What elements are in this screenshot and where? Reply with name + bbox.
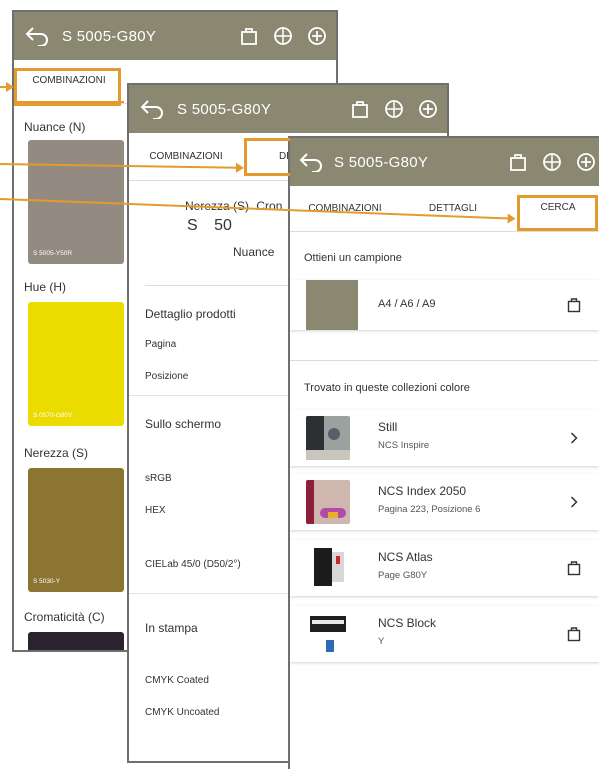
tab-combinazioni[interactable]: COMBINAZIONI: [290, 186, 400, 231]
pagina-label: Pagina: [145, 339, 177, 350]
collection-row-still[interactable]: Still NCS Inspire: [290, 410, 599, 466]
swatch-code: S 5005-Y50R: [33, 250, 73, 257]
back-arrow-icon[interactable]: [298, 151, 324, 173]
sample-sizes: A4 / A6 / A9: [378, 298, 436, 310]
tab-combinazioni[interactable]: COMBINAZIONI: [129, 133, 243, 180]
shopping-bag-icon[interactable]: [238, 25, 260, 47]
hex-label: HEX: [145, 505, 166, 516]
section-label: Hue (H): [24, 280, 67, 294]
shopping-bag-icon[interactable]: [563, 623, 585, 645]
index-thumbnail: [306, 480, 350, 524]
cmyk-uncoated-label: CMYK Uncoated: [145, 707, 220, 718]
add-icon[interactable]: [575, 151, 597, 173]
color-wheel-icon[interactable]: [541, 151, 563, 173]
back-arrow-icon[interactable]: [24, 25, 50, 47]
section-label: Cromaticità (C): [24, 610, 105, 624]
highlight-cerca: [517, 195, 598, 231]
nerezza-value: S 50: [187, 217, 232, 235]
shopping-bag-icon[interactable]: [349, 98, 371, 120]
shopping-bag-icon[interactable]: [507, 151, 529, 173]
collection-name: Still: [378, 420, 398, 434]
app-bar: S 5005-G80Y: [129, 85, 447, 133]
shopping-bag-icon[interactable]: [563, 294, 585, 316]
block-thumbnail: [306, 612, 350, 656]
swatch-code: S 0570-G80Y: [33, 412, 73, 419]
section-label: Nerezza (S): [24, 446, 89, 460]
chevron-right-icon: [563, 427, 585, 449]
stage: S 5005-G80Y COMBINAZIONI Nuance (N) S 50…: [0, 0, 599, 769]
color-wheel-icon[interactable]: [383, 98, 405, 120]
collection-sub: NCS Inspire: [378, 440, 430, 451]
swatch-hue[interactable]: S 0570-G80Y: [28, 302, 124, 426]
sullo-schermo-heading: Sullo schermo: [145, 417, 222, 431]
collection-sub: Y: [378, 636, 385, 647]
in-stampa-heading: In stampa: [145, 621, 198, 635]
tab-label: COMBINAZIONI: [149, 151, 223, 162]
tab-label: DETTAGLI: [428, 203, 478, 214]
app-bar: S 5005-G80Y: [290, 138, 599, 186]
add-icon[interactable]: [417, 98, 439, 120]
app-bar: S 5005-G80Y: [14, 12, 336, 60]
nuance-label: Nuance: [233, 245, 275, 259]
collection-name: NCS Index 2050: [378, 484, 467, 498]
chevron-right-icon: [563, 491, 585, 513]
collection-sub: Pagina 223, Posizione 6: [378, 504, 481, 515]
color-wheel-icon[interactable]: [272, 25, 294, 47]
posizione-label: Posizione: [145, 371, 189, 382]
sample-swatch: [306, 280, 358, 330]
tab-dettagli[interactable]: DETTAGLI: [408, 186, 498, 231]
highlight-combinazioni: [14, 68, 121, 106]
highlight-dettagli: [244, 138, 290, 176]
collection-name: NCS Atlas: [378, 550, 433, 564]
collection-sub: Page G80Y: [378, 570, 428, 581]
section-label: Nuance (N): [24, 120, 86, 134]
sample-row[interactable]: A4 / A6 / A9: [290, 280, 599, 330]
cielab-label: CIELab 45/0 (D50/2°): [145, 559, 241, 570]
shopping-bag-icon[interactable]: [563, 557, 585, 579]
arrow-to-combinazioni: [0, 82, 14, 92]
collection-name: NCS Block: [378, 616, 437, 630]
cmyk-coated-label: CMYK Coated: [145, 675, 209, 686]
nerezza-value-number: 50: [214, 217, 232, 234]
swatch-cromaticita[interactable]: [28, 632, 124, 650]
color-title: S 5005-G80Y: [62, 27, 157, 45]
collections-title: Trovato in queste collezioni colore: [304, 382, 470, 394]
srgb-label: sRGB: [145, 473, 172, 484]
sample-section-title: Ottieni un campione: [304, 252, 402, 264]
swatch-nerezza[interactable]: S 5030-Y: [28, 468, 124, 592]
dettaglio-prodotti-heading: Dettaglio prodotti: [145, 307, 236, 321]
collection-row-index[interactable]: NCS Index 2050 Pagina 223, Posizione 6: [290, 474, 599, 530]
back-arrow-icon[interactable]: [139, 98, 165, 120]
add-icon[interactable]: [306, 25, 328, 47]
collection-row-block[interactable]: NCS Block Y: [290, 606, 599, 662]
swatch-code: S 5030-Y: [33, 578, 61, 585]
color-title: S 5005-G80Y: [177, 100, 272, 118]
collection-row-atlas[interactable]: NCS Atlas Page G80Y: [290, 540, 599, 596]
divider: [290, 360, 599, 361]
atlas-thumbnail: [306, 546, 350, 590]
nerezza-value-letter: S: [187, 217, 198, 234]
cromaticita-label-text: Cron: [256, 199, 283, 213]
color-title: S 5005-G80Y: [334, 153, 429, 171]
still-thumbnail: [306, 416, 350, 460]
